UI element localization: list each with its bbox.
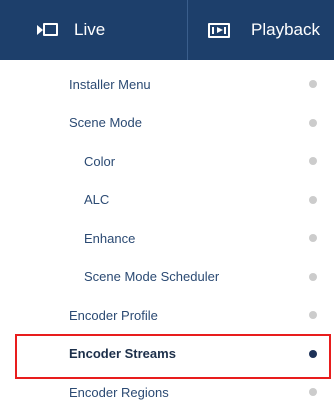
menu-item-label: Enhance xyxy=(84,230,136,246)
menu-item-encoder-regions[interactable]: Encoder Regions xyxy=(0,373,334,412)
tab-playback-label: Playback xyxy=(251,20,320,39)
settings-menu: Installer Menu Scene Mode Color ALC Enha… xyxy=(0,65,334,412)
menu-item-label: Encoder Streams xyxy=(69,346,176,362)
status-dot-icon xyxy=(309,195,317,204)
menu-item-label: Scene Mode xyxy=(69,115,142,131)
menu-item-label: Scene Mode Scheduler xyxy=(84,269,220,285)
menu-item-encoder-profile[interactable]: Encoder Profile xyxy=(0,296,334,335)
tab-live-label: Live xyxy=(74,20,106,39)
menu-item-color[interactable]: Color xyxy=(0,142,334,181)
menu-item-label: Color xyxy=(84,153,116,169)
menu-item-scene-mode[interactable]: Scene Mode xyxy=(0,104,334,143)
status-dot-icon xyxy=(309,234,317,243)
menu-item-label: Encoder Profile xyxy=(69,307,158,323)
tab-live[interactable]: Live xyxy=(0,0,187,60)
menu-item-label: Encoder Regions xyxy=(69,384,169,400)
menu-item-scene-mode-scheduler[interactable]: Scene Mode Scheduler xyxy=(0,258,334,297)
status-dot-icon xyxy=(309,157,317,166)
top-nav-bar: Live Playback xyxy=(0,0,334,60)
status-dot-icon xyxy=(309,80,317,89)
menu-item-installer-menu[interactable]: Installer Menu xyxy=(0,65,334,104)
playback-icon xyxy=(208,22,230,38)
menu-item-encoder-streams[interactable]: Encoder Streams xyxy=(0,335,334,374)
live-camera-icon xyxy=(37,23,58,37)
menu-item-enhance[interactable]: Enhance xyxy=(0,219,334,258)
menu-item-alc[interactable]: ALC xyxy=(0,181,334,220)
menu-item-label: Installer Menu xyxy=(69,76,151,92)
status-dot-icon xyxy=(309,272,317,281)
status-dot-icon xyxy=(309,388,317,397)
menu-item-label: ALC xyxy=(84,192,110,208)
page: Live Playback Installer Menu Scene Mode … xyxy=(0,0,334,415)
tab-playback[interactable]: Playback xyxy=(188,0,334,60)
active-dot-icon xyxy=(309,349,317,358)
status-dot-icon xyxy=(309,118,317,127)
status-dot-icon xyxy=(309,311,317,320)
